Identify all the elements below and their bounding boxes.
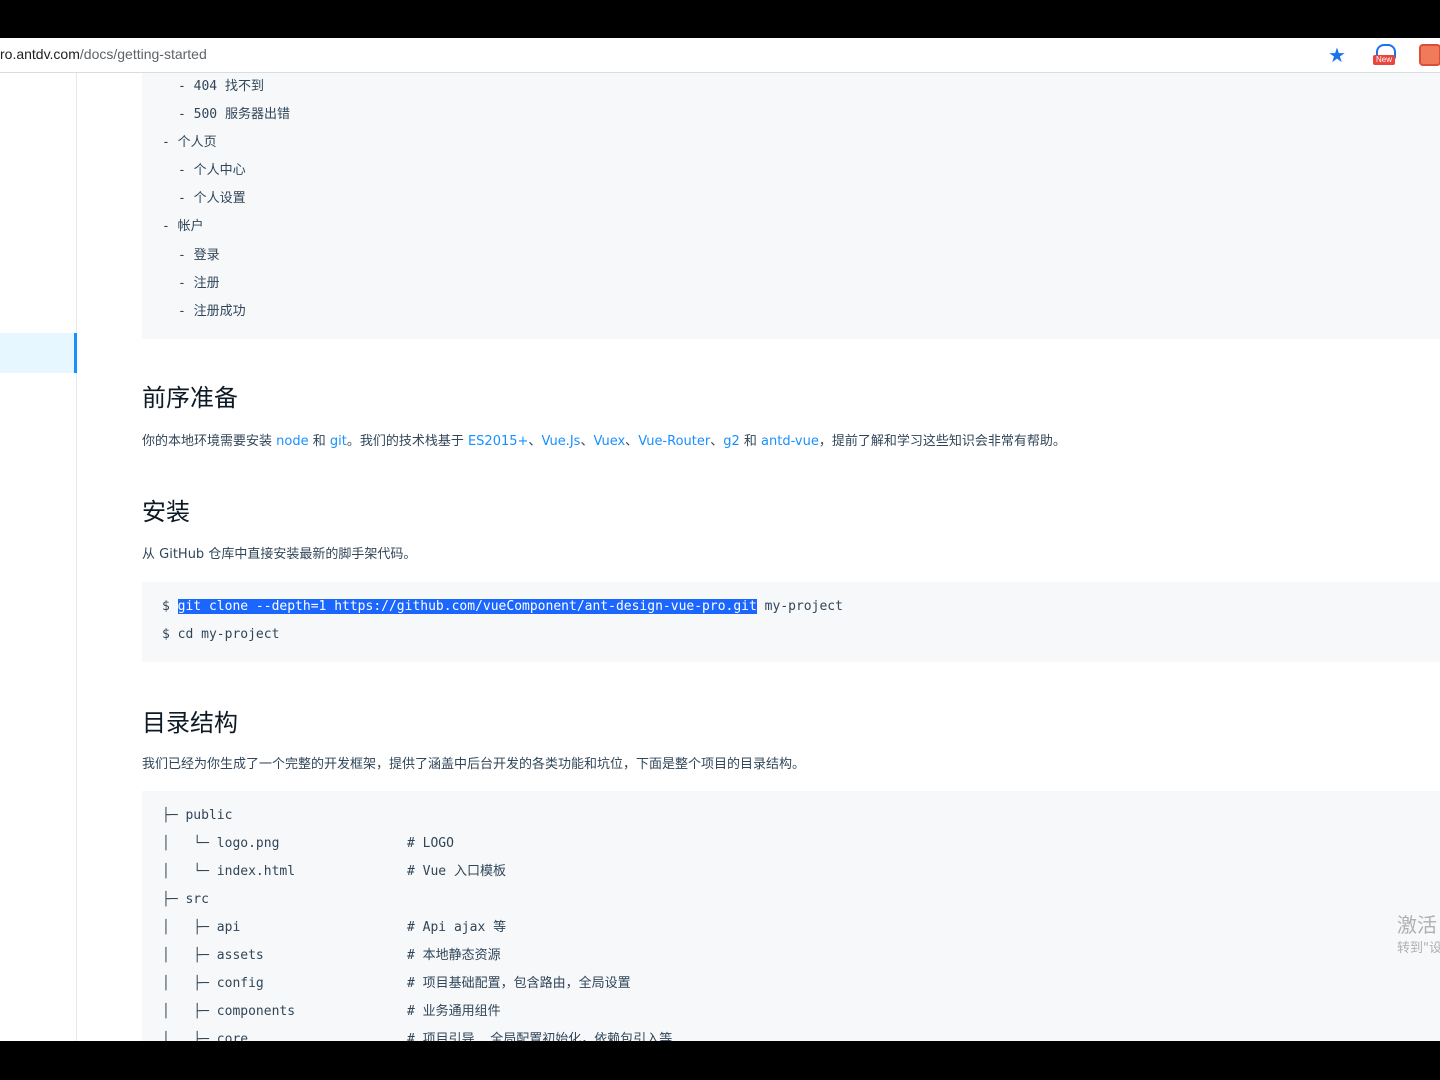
code-line: - 注册 [178, 276, 220, 291]
tree-path: │ ├─ config [162, 976, 264, 991]
install-description: 从 GitHub 仓库中直接安装最新的脚手架代码。 [142, 547, 417, 562]
tree-row: ├─ src [162, 890, 209, 910]
activation-watermark: 激活 转到"设 [1397, 914, 1440, 960]
extension-new-icon[interactable]: New [1372, 43, 1396, 67]
url-host: ro.antdv.com [0, 46, 80, 62]
text: 、 [625, 434, 639, 449]
url-path: /docs/getting-started [79, 46, 207, 62]
code-line: - 帐户 [162, 219, 204, 234]
tree-comment: # Vue 入口模板 [407, 864, 506, 879]
screen-frame: ro.antdv.com/docs/getting-started ★ New … [0, 0, 1440, 1080]
link-es2015[interactable]: ES2015+ [468, 434, 528, 449]
code-line: - 个人页 [162, 135, 217, 150]
prompt: $ [162, 599, 178, 614]
text: 、 [710, 434, 724, 449]
text: 、 [528, 434, 542, 449]
text: 你的本地环境需要安装 [142, 434, 277, 449]
text: my-project [756, 599, 843, 614]
heading-prerequisites: 前序准备 [142, 384, 238, 412]
watermark-subline: 转到"设 [1397, 941, 1440, 956]
text: 。我们的技术栈基于 [346, 434, 468, 449]
text: ，提前了解和学习这些知识会非常有帮助。 [818, 434, 1066, 449]
link-node[interactable]: node [276, 434, 308, 449]
heading-install: 安装 [142, 498, 190, 526]
tree-path: │ └─ logo.png [162, 836, 280, 851]
selected-text[interactable]: git clone --depth=1 https://github.com/v… [177, 599, 757, 614]
tree-path: │ └─ index.html [162, 864, 296, 879]
tree-comment: # 项目引导, 全局配置初始化，依赖包引入等 [407, 1032, 673, 1041]
tree-path: │ ├─ api [162, 920, 241, 935]
tree-row: │ └─ index.html # Vue 入口模板 [162, 862, 506, 882]
url-text[interactable]: ro.antdv.com/docs/getting-started [0, 46, 207, 62]
link-vue-router[interactable]: Vue-Router [638, 434, 710, 449]
tree-path: ├─ src [162, 892, 209, 907]
sidebar-item-active[interactable] [0, 333, 77, 373]
tree-path: ├─ public [162, 808, 233, 823]
text: 、 [580, 434, 594, 449]
tree-row: ├─ public [162, 806, 232, 826]
prereq-paragraph: 你的本地环境需要安装 node 和 git。我们的技术栈基于 ES2015+、V… [142, 430, 1066, 449]
tree-comment: # LOGO [407, 836, 454, 851]
heading-structure: 目录结构 [142, 709, 238, 737]
tree-comment: # 本地静态资源 [407, 948, 501, 963]
tree-path: │ ├─ assets [162, 948, 264, 963]
address-bar[interactable]: ro.antdv.com/docs/getting-started ★ New [0, 38, 1440, 73]
code-line: - 注册成功 [178, 304, 246, 319]
install-codeblock[interactable]: $ git clone --depth=1 https://github.com… [142, 582, 1440, 662]
new-badge: New [1373, 55, 1395, 65]
text: 和 [308, 434, 330, 449]
tree-comment: # Api ajax 等 [407, 920, 507, 935]
code-line-clone[interactable]: $ git clone --depth=1 https://github.com… [162, 597, 843, 617]
tree-row: │ ├─ assets # 本地静态资源 [162, 946, 501, 966]
menu-tree-codeblock: - 404 找不到 - 500 服务器出错 - 个人页 - 个人中心 - 个人设… [142, 73, 1440, 339]
text: 和 [739, 434, 762, 449]
docs-sidebar [0, 73, 77, 1041]
code-line: - 个人设置 [178, 191, 246, 206]
tree-row: │ ├─ core # 项目引导, 全局配置初始化，依赖包引入等 [162, 1030, 672, 1041]
tree-comment: # 项目基础配置，包含路由，全局设置 [407, 976, 631, 991]
link-antd-vue[interactable]: antd-vue [761, 434, 819, 449]
code-line-cd[interactable]: $ cd my-project [162, 625, 279, 645]
tree-path: │ ├─ components [162, 1004, 296, 1019]
link-g2[interactable]: g2 [723, 434, 740, 449]
structure-codeblock: ├─ public │ └─ logo.png # LOGO │ └─ index… [142, 791, 1440, 1041]
code-line: - 登录 [178, 248, 220, 263]
link-vuejs[interactable]: Vue.Js [541, 434, 580, 449]
tree-row: │ ├─ components # 业务通用组件 [162, 1002, 501, 1022]
tree-path: │ ├─ core [162, 1032, 249, 1041]
tree-row: │ └─ logo.png # LOGO [162, 834, 454, 854]
extension-icon[interactable] [1418, 43, 1440, 67]
code-line: - 404 找不到 [178, 79, 264, 94]
watermark-line: 激活 [1397, 913, 1437, 937]
tree-comment: # 业务通用组件 [407, 1004, 501, 1019]
link-git[interactable]: git [330, 434, 347, 449]
browser-window: ro.antdv.com/docs/getting-started ★ New … [0, 38, 1440, 1041]
tree-row: │ ├─ api # Api ajax 等 [162, 918, 506, 938]
bookmark-star-icon[interactable]: ★ [1325, 43, 1349, 67]
tree-row: │ ├─ config # 项目基础配置，包含路由，全局设置 [162, 974, 631, 994]
structure-description: 我们已经为你生成了一个完整的开发框架，提供了涵盖中后台开发的各类功能和坑位，下面… [142, 757, 806, 772]
code-line: - 500 服务器出错 [178, 107, 290, 122]
code-line: - 个人中心 [178, 163, 246, 178]
link-vuex[interactable]: Vuex [593, 434, 625, 449]
